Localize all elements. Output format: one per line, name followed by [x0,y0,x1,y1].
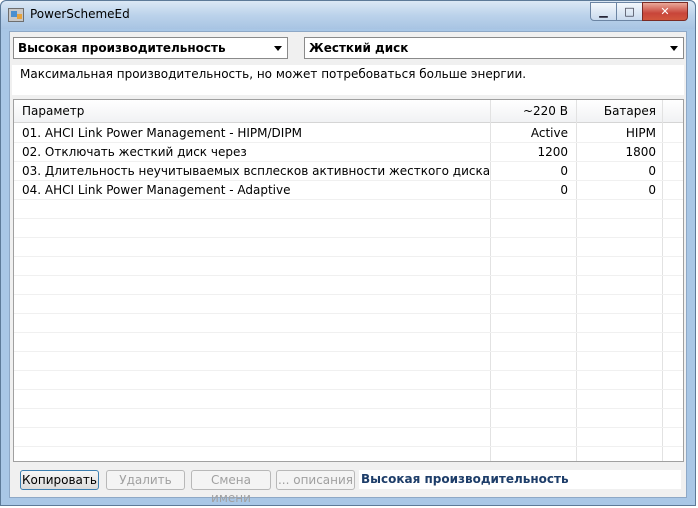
row-gridline [14,218,683,219]
category-dropdown[interactable]: Жесткий диск [304,37,684,59]
table-row[interactable]: 04. AHCI Link Power Management - Adaptiv… [14,181,683,200]
maximize-icon: □ [624,5,635,18]
edit-description-button[interactable]: ... описания [276,470,355,490]
copy-button[interactable]: Копировать [20,470,99,490]
table-header: Параметр ~220 В Батарея [14,100,683,123]
chevron-down-icon [274,46,282,51]
scheme-description: Максимальная производительность, но може… [12,65,684,95]
row-gridline [14,256,683,257]
row-battery-value[interactable]: 0 [576,162,656,181]
row-parameter: 03. Длительность неучитываемых всплесков… [22,164,491,178]
minimize-icon: ▁ [599,5,608,18]
minimize-button[interactable]: ▁ [590,2,617,21]
row-gridline [14,427,683,428]
column-header-parameter[interactable]: Параметр [22,100,84,122]
row-ac-value[interactable]: 0 [488,162,568,181]
settings-table[interactable]: Параметр ~220 В Батарея 01. AHCI Link Po… [13,99,684,462]
window-title: PowerSchemeEd [30,7,130,21]
row-parameter: 04. AHCI Link Power Management - Adaptiv… [22,183,291,197]
row-ac-value[interactable]: 1200 [488,143,568,162]
row-gridline [14,313,683,314]
table-row[interactable]: 02. Отключать жесткий диск через 1200 18… [14,143,683,162]
row-gridline [14,370,683,371]
row-gridline [14,408,683,409]
row-gridline [14,237,683,238]
maximize-button[interactable]: □ [616,2,643,21]
category-dropdown-value: Жесткий диск [309,41,409,55]
column-header-battery[interactable]: Батарея [576,100,656,122]
delete-button[interactable]: Удалить [106,470,185,490]
row-gridline [14,275,683,276]
rename-button[interactable]: Смена имени [191,470,271,505]
bottom-toolbar: Копировать Удалить Смена имени ... описа… [9,464,687,505]
row-gridline [14,446,683,447]
current-scheme-name: Высокая производительность [359,470,681,489]
title-bar[interactable]: PowerSchemeEd ▁ □ ✕ [1,1,695,29]
row-battery-value[interactable]: 1800 [576,143,656,162]
row-gridline [14,351,683,352]
scheme-dropdown[interactable]: Высокая производительность [13,37,288,59]
row-gridline [14,389,683,390]
row-gridline [14,332,683,333]
row-gridline [14,294,683,295]
row-parameter: 02. Отключать жесткий диск через [22,145,247,159]
row-ac-value[interactable]: 0 [488,181,568,200]
client-area: Высокая производительность Жесткий диск … [9,31,687,498]
table-row[interactable]: 03. Длительность неучитываемых всплесков… [14,162,683,181]
app-window: PowerSchemeEd ▁ □ ✕ Высокая производител… [0,0,696,506]
scheme-dropdown-value: Высокая производительность [18,41,226,55]
close-button[interactable]: ✕ [642,2,688,21]
chevron-down-icon [670,46,678,51]
column-header-ac[interactable]: ~220 В [488,100,568,122]
table-row[interactable]: 01. AHCI Link Power Management - HIPM/DI… [14,124,683,143]
close-icon: ✕ [660,5,670,18]
row-ac-value[interactable]: Active [488,124,568,143]
row-battery-value[interactable]: 0 [576,181,656,200]
row-battery-value[interactable]: HIPM [576,124,656,143]
row-parameter: 01. AHCI Link Power Management - HIPM/DI… [22,126,302,140]
app-icon[interactable] [8,8,24,22]
